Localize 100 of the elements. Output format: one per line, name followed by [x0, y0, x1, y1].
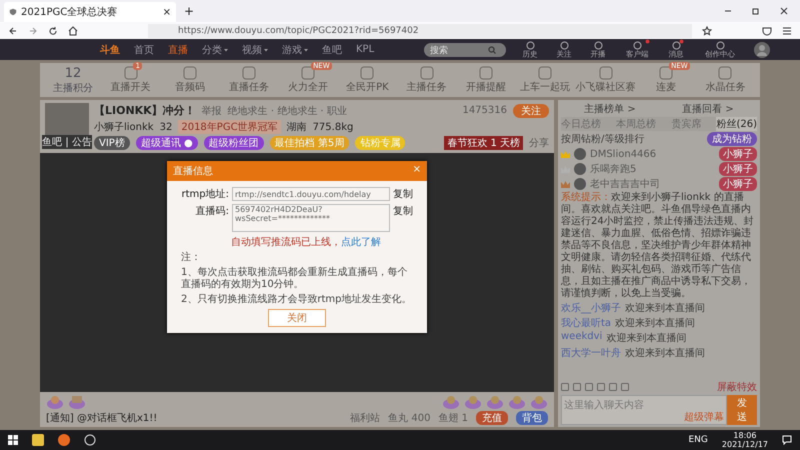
chat-link[interactable]: 主播榜单 > [584, 102, 636, 116]
welfare-link[interactable]: 福利站 [350, 411, 380, 425]
report-link[interactable]: 举报 [202, 104, 222, 118]
nav-icon [526, 40, 534, 50]
avatar-icon [574, 163, 586, 175]
user-name[interactable]: 西大学一叶舟 [561, 346, 621, 360]
host-name: 小狮子lionkk [94, 120, 154, 134]
home-icon[interactable] [68, 26, 78, 36]
follow-button[interactable]: 关注 [513, 104, 549, 118]
language-indicator[interactable]: ENG [688, 435, 708, 445]
nav-icon [632, 40, 642, 50]
search-field[interactable]: 搜索 [430, 44, 488, 54]
copy-link[interactable]: 复制 [393, 204, 413, 218]
user-name: 乐喝奔跑5 [590, 162, 638, 176]
close-dialog-button[interactable]: 关闭 [268, 309, 326, 327]
toolbar-item[interactable]: 全民开PK [338, 66, 396, 94]
heat-value: 32 [160, 122, 172, 132]
gift-icon[interactable] [464, 394, 482, 410]
browser-tab[interactable]: 2021PGC全球总决赛 × [4, 2, 176, 22]
backpack-button[interactable]: 背包 [516, 411, 548, 425]
nav-icon [716, 40, 724, 50]
fish-ball-count: 鱼丸 400 [388, 412, 430, 425]
learn-more-link[interactable]: 点此了解 [341, 237, 381, 248]
user-name: DMSlion4466 [590, 148, 658, 160]
close-button[interactable]: × [412, 164, 421, 178]
nav-item[interactable]: 首页 [134, 42, 154, 56]
toolbar-item[interactable]: 音频码 [161, 66, 218, 94]
toolbar-item[interactable]: 上车一起玩 [516, 66, 574, 94]
field-label: 直播码: [194, 204, 229, 218]
gift-icon[interactable] [486, 394, 504, 410]
nav-item[interactable]: 直播 [168, 42, 188, 56]
nav-item[interactable]: 鱼吧 [322, 42, 342, 56]
send-button[interactable]: 发送 [727, 395, 757, 425]
avatar-caption: 鱼吧 | 公告 [42, 135, 92, 149]
toolbar-item[interactable]: 开播提醒 [457, 66, 514, 94]
category-text: 绝地求生 · 绝地求生 · 职业 [228, 104, 347, 118]
site-logo[interactable]: 斗鱼 [100, 42, 120, 56]
restore-icon[interactable] [752, 7, 760, 15]
toolbar-item[interactable]: 主播任务 [398, 66, 456, 94]
super-danmaku-link[interactable]: 超级弹幕 [684, 410, 726, 424]
fan-badge: 小狮子 [719, 147, 757, 161]
message-text: 欢迎来到本直播间 [625, 302, 705, 315]
search-icon [488, 46, 496, 54]
notice-text: [通知] @对话框飞机x1!! [46, 412, 158, 425]
forward-icon[interactable] [28, 26, 38, 36]
notification-icon[interactable] [782, 435, 792, 445]
nav-item[interactable]: 视频 [242, 42, 268, 56]
nav-item[interactable]: 游戏 [282, 42, 308, 56]
gift-icon[interactable] [530, 394, 548, 410]
nav-item[interactable]: KPL [356, 44, 374, 55]
shield-effects-toggle[interactable]: 屏蔽特效 [717, 380, 757, 394]
message-text: 欢迎来到本直播间 [625, 346, 705, 360]
clock[interactable]: 18:06 2021/12/17 [722, 431, 768, 449]
fin-count: 鱼翅 1 [438, 412, 468, 425]
chat-link[interactable]: 直播回看 > [682, 102, 734, 116]
tool-icon [659, 66, 674, 80]
rank-banner[interactable]: 春节狂欢 1 天榜 [444, 136, 523, 150]
user-name[interactable]: weekdvi [561, 331, 602, 345]
recharge-button[interactable]: 充值 [476, 411, 508, 425]
reload-icon[interactable] [48, 26, 58, 36]
tool-icon [360, 66, 374, 80]
chat-input-box[interactable]: 这里输入聊天内容 超级弹幕 [561, 395, 727, 425]
share-link[interactable]: 分享 [529, 136, 549, 150]
back-icon[interactable] [8, 26, 18, 36]
toolbar-item[interactable]: 小飞碟社区赛 [576, 66, 636, 94]
gift-icon[interactable] [68, 394, 86, 410]
app-icon[interactable] [84, 434, 96, 446]
copy-link[interactable]: 复制 [393, 187, 413, 201]
become-fan-button[interactable]: 成为钻粉 [707, 132, 757, 146]
toolbar-item[interactable]: 水晶任务 [696, 66, 754, 94]
close-icon[interactable] [780, 7, 788, 15]
stream-code-field[interactable]: 5697402rH4D2DeaU?wsSecret=************* [232, 204, 390, 232]
user-name[interactable]: 欢乐__小狮子 [561, 301, 621, 315]
user-name[interactable]: 我心最听ta [561, 316, 612, 330]
toolbar-item[interactable]: 直播任务 [220, 66, 278, 94]
rank-tab[interactable]: 粉丝(26) [716, 117, 757, 131]
avatar-icon[interactable] [754, 42, 770, 58]
menu-icon[interactable] [782, 26, 792, 36]
room-badge[interactable]: 超级通讯 ● [136, 136, 198, 150]
fan-badge: 小狮子 [719, 162, 757, 176]
close-tab-button[interactable]: × [162, 6, 171, 18]
avatar-icon [574, 178, 586, 190]
room-badge[interactable]: VIP榜 [94, 136, 130, 150]
chat-input-field[interactable]: 这里输入聊天内容 [562, 396, 726, 410]
room-badge[interactable]: 超级粉丝团 [204, 136, 264, 150]
gift-icon[interactable] [46, 394, 64, 410]
note-text: 1、每次点击获取推流码都会重新生成直播码，每个直播码的有效期为10分钟。 [181, 267, 408, 291]
windows-icon[interactable] [8, 435, 18, 445]
search-bar[interactable]: 搜索 [424, 42, 506, 56]
fan-badge: 小狮子 [719, 177, 757, 191]
nav-item[interactable]: 分类 [202, 42, 228, 56]
gift-icon[interactable] [442, 394, 460, 410]
gift-icon[interactable] [508, 394, 526, 410]
honor-tag: 2018年PGC世界冠军 [178, 120, 281, 134]
rtmp-field[interactable]: rtmp://sendtc1.douyu.com/hdelay [232, 187, 390, 201]
browser-icon[interactable] [58, 434, 70, 446]
nav-icon [560, 40, 568, 50]
address-bar[interactable]: https://www.douyu.com/topic/PGC2021?rid=5697402 [148, 24, 692, 38]
star-icon[interactable] [702, 26, 712, 36]
new-tab-button[interactable]: + [176, 4, 202, 18]
